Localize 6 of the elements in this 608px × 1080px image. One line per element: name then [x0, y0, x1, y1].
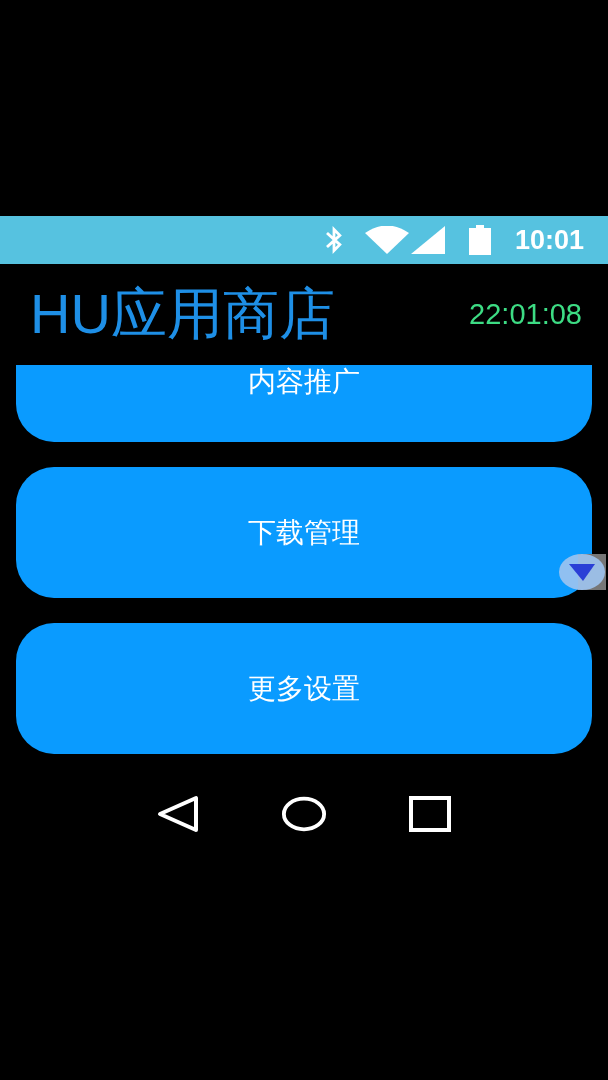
menu-button[interactable]: 内容推广 — [16, 365, 592, 442]
menu-button[interactable]: 更多设置 — [16, 623, 592, 754]
menu-button[interactable]: 下载管理 — [16, 467, 592, 598]
clock-text: 22:01:08 — [469, 298, 582, 331]
status-time: 10:01 — [514, 224, 584, 256]
app-title: HU应用商店 — [30, 280, 335, 347]
